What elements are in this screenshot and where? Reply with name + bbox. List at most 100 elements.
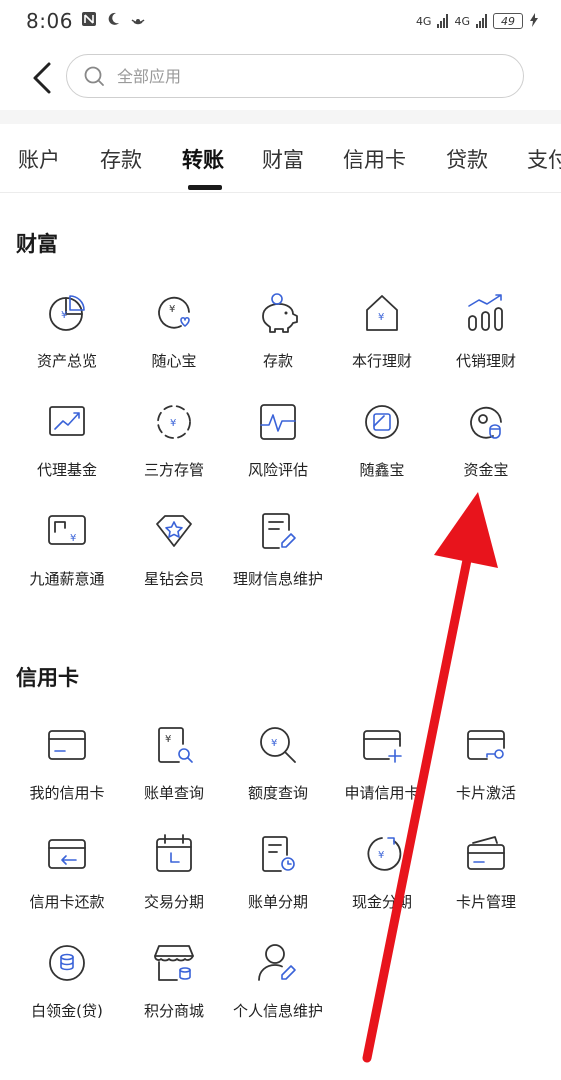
svg-text:¥: ¥ — [170, 418, 176, 429]
tab-transfer[interactable]: 转账 — [182, 144, 224, 174]
credit-card-icon — [48, 730, 86, 760]
grid-item-label: 风险评估 — [247, 461, 308, 479]
tab-wealth[interactable]: 财富 — [262, 144, 304, 174]
piggy-bank-icon — [262, 293, 298, 333]
grid-item-label: 卡片管理 — [455, 893, 516, 911]
grid-item-repayment[interactable]: 信用卡还款 — [11, 831, 123, 912]
dashed-circle-yen-icon: ¥ — [157, 405, 191, 439]
pie-chart-yen-icon: ¥ — [49, 295, 85, 331]
grid-item-deposit[interactable]: 存款 — [222, 290, 334, 371]
grid-item-label: 账单分期 — [247, 893, 308, 911]
grid-item-cash-installment[interactable]: ¥ 现金分期 — [326, 831, 438, 912]
grid-item-personal-info[interactable]: 个人信息维护 — [222, 940, 334, 1021]
signal-label-2: 4G — [454, 14, 470, 28]
grid-item-label: 本行理财 — [351, 352, 412, 370]
svg-text:¥: ¥ — [378, 850, 384, 861]
grid-item-label: 随鑫宝 — [359, 461, 405, 479]
section-title-wealth: 财富 — [16, 232, 58, 256]
diamond-star-icon — [156, 515, 192, 547]
tab-deposit[interactable]: 存款 — [100, 144, 142, 174]
svg-text:¥: ¥ — [70, 533, 76, 544]
grid-item-suixinbao[interactable]: ¥ 随心宝 — [118, 290, 230, 371]
grid-item-agency-fund[interactable]: 代理基金 — [11, 399, 123, 480]
charging-icon — [529, 12, 539, 30]
shop-icon — [154, 945, 194, 981]
grid-item-asset-overview[interactable]: ¥ 资产总览 — [11, 290, 123, 371]
grid-item-bill-inquiry[interactable]: ¥ 账单查询 — [118, 722, 230, 803]
status-right: 4G 4G 49 — [415, 12, 539, 30]
yen-magnifier-icon: ¥ — [260, 727, 296, 763]
chevron-left-icon — [33, 62, 51, 94]
grid-item-label: 三方存管 — [143, 461, 204, 479]
grid-item-label: 积分商城 — [143, 1002, 204, 1020]
grid-item-bailingjin[interactable]: 白领金(贷) — [11, 940, 123, 1021]
card-yen-icon: ¥ — [48, 515, 86, 545]
grid-item-label: 理财信息维护 — [232, 570, 323, 588]
grid-item-limit-inquiry[interactable]: ¥ 额度查询 — [222, 722, 334, 803]
grid-item-apply-credit-card[interactable]: 申请信用卡 — [326, 722, 438, 803]
document-edit-icon — [262, 513, 296, 549]
tab-credit-card[interactable]: 信用卡 — [343, 144, 406, 174]
grid-item-risk-assessment[interactable]: 风险评估 — [222, 399, 334, 480]
status-time: 8:06 — [26, 9, 73, 33]
card-key-icon — [467, 730, 505, 760]
grid-item-label: 存款 — [262, 352, 293, 370]
signal-label-1: 4G — [415, 14, 432, 28]
growth-bars-icon — [468, 294, 503, 331]
search-input[interactable] — [115, 65, 479, 87]
section-title-credit-card: 信用卡 — [16, 666, 79, 690]
grid-item-third-party-custody[interactable]: ¥ 三方存管 — [118, 399, 230, 480]
divider-band — [0, 110, 561, 124]
grid-item-label: 卡片激活 — [455, 784, 516, 802]
grid-item-label: 九通薪意通 — [29, 570, 105, 588]
tab-payment[interactable]: 支付 — [527, 144, 561, 174]
search-box[interactable] — [66, 54, 524, 98]
grid-item-label: 星钻会员 — [143, 570, 204, 588]
grid-item-my-credit-card[interactable]: 我的信用卡 — [11, 722, 123, 803]
grid-item-agency-wealth[interactable]: 代销理财 — [430, 290, 542, 371]
grid-item-label: 信用卡还款 — [29, 893, 105, 911]
grid-item-card-management[interactable]: 卡片管理 — [430, 831, 542, 912]
person-edit-icon — [258, 944, 296, 981]
grid-item-star-diamond[interactable]: 星钻会员 — [118, 508, 230, 589]
pulse-monitor-icon — [260, 404, 296, 440]
cards-stack-icon — [467, 836, 505, 870]
category-tabs: 账户 存款 转账 财富 信用卡 贷款 支付 — [0, 124, 561, 193]
grid-item-bill-installment[interactable]: 账单分期 — [222, 831, 334, 912]
bill-search-icon: ¥ — [158, 727, 193, 763]
square-circle-icon — [365, 405, 399, 439]
signal-icon — [437, 14, 449, 28]
bill-clock-icon — [262, 836, 295, 872]
coin-stack-icon — [49, 945, 85, 981]
grid-item-label: 现金分期 — [351, 893, 412, 911]
grid-item-label: 申请信用卡 — [344, 784, 420, 802]
back-button[interactable] — [22, 58, 62, 98]
grid-item-points-mall[interactable]: 积分商城 — [118, 940, 230, 1021]
grid-item-label: 随心宝 — [151, 352, 197, 370]
moon-icon — [105, 10, 121, 32]
grid-item-label: 代销理财 — [455, 352, 516, 370]
grid-item-label: 额度查询 — [247, 784, 308, 802]
card-return-icon — [48, 839, 86, 869]
tab-loan[interactable]: 贷款 — [446, 144, 488, 174]
grid-item-label: 资产总览 — [36, 352, 97, 370]
grid-item-bank-wealth[interactable]: ¥ 本行理财 — [326, 290, 438, 371]
hotspot-icon — [129, 10, 149, 32]
grid-item-wealth-info[interactable]: 理财信息维护 — [222, 508, 334, 589]
grid-item-jiutong[interactable]: ¥ 九通薪意通 — [11, 508, 123, 589]
grid-item-label: 代理基金 — [36, 461, 97, 479]
card-plus-icon — [363, 730, 402, 763]
grid-item-zijinbao[interactable]: 资金宝 — [430, 399, 542, 480]
grid-item-label: 资金宝 — [463, 461, 509, 479]
battery-icon: 49 — [493, 13, 523, 29]
grid-item-card-activation[interactable]: 卡片激活 — [430, 722, 542, 803]
active-tab-indicator — [188, 185, 222, 190]
grid-item-suixinbao-2[interactable]: 随鑫宝 — [326, 399, 438, 480]
tab-account[interactable]: 账户 — [18, 144, 60, 174]
calendar-icon — [156, 834, 192, 872]
status-left: 8:06 — [26, 9, 149, 33]
grid-item-transaction-installment[interactable]: 交易分期 — [118, 831, 230, 912]
search-icon — [84, 66, 104, 86]
grid-item-label: 账单查询 — [143, 784, 204, 802]
svg-text:¥: ¥ — [271, 738, 277, 749]
